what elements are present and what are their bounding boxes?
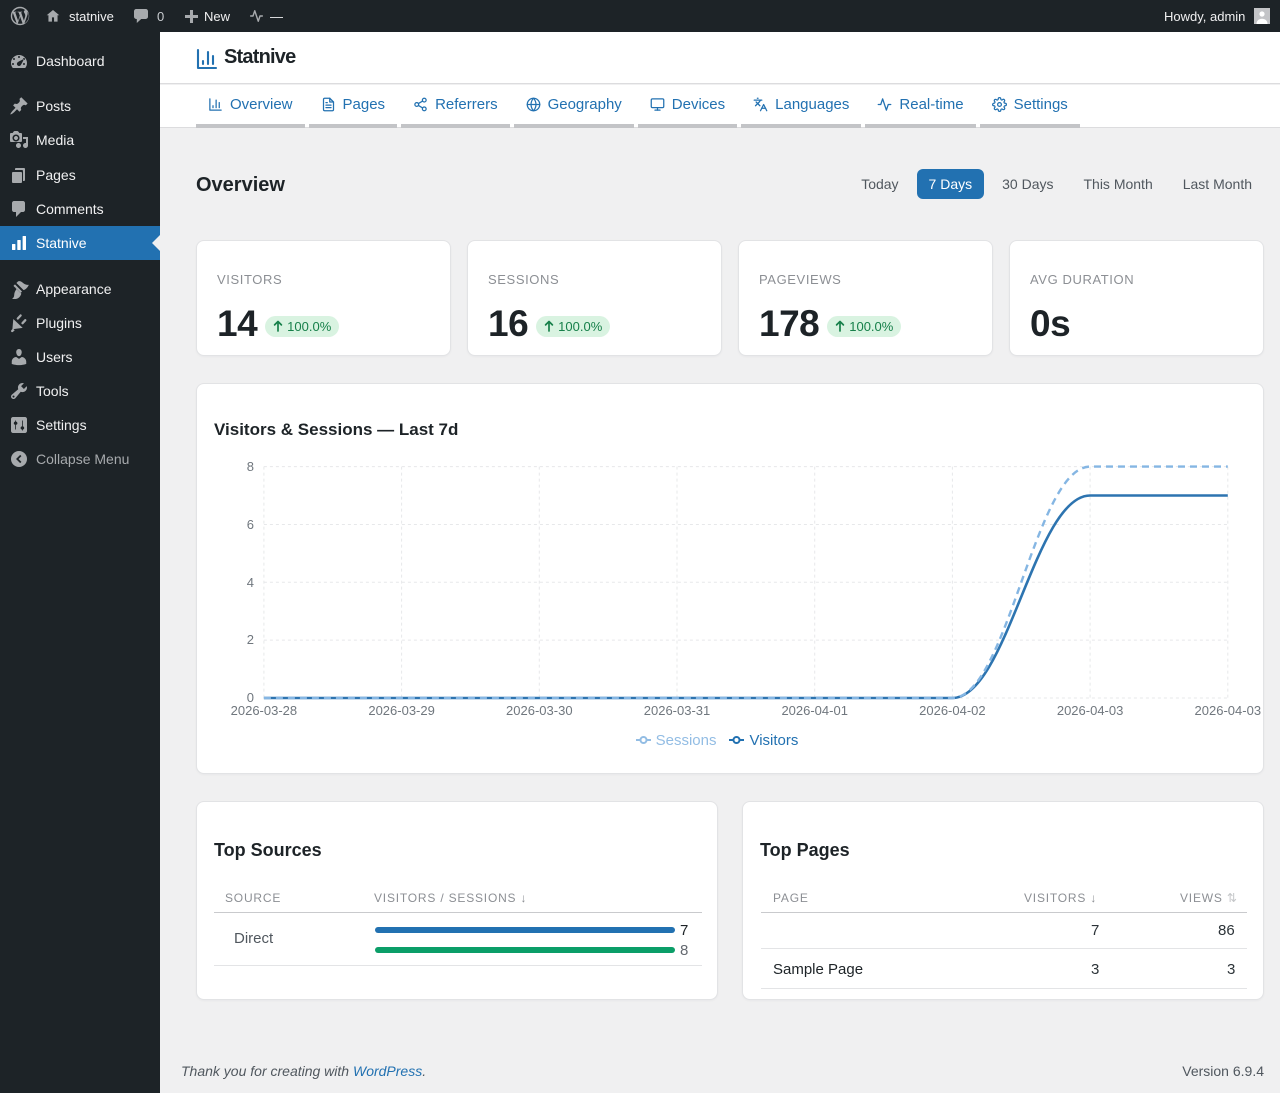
svg-text:2026-04-03: 2026-04-03 (1057, 703, 1124, 718)
svg-text:6: 6 (247, 517, 254, 532)
svg-text:2026-03-28: 2026-03-28 (231, 703, 298, 718)
svg-text:2: 2 (247, 632, 254, 647)
svg-text:2026-03-30: 2026-03-30 (506, 703, 573, 718)
svg-text:4: 4 (247, 575, 254, 590)
svg-text:2026-04-03: 2026-04-03 (1195, 703, 1262, 718)
svg-text:2026-03-29: 2026-03-29 (368, 703, 435, 718)
svg-text:2026-04-01: 2026-04-01 (781, 703, 848, 718)
svg-text:2026-03-31: 2026-03-31 (644, 703, 711, 718)
svg-text:8: 8 (247, 459, 254, 474)
svg-text:2026-04-02: 2026-04-02 (919, 703, 986, 718)
